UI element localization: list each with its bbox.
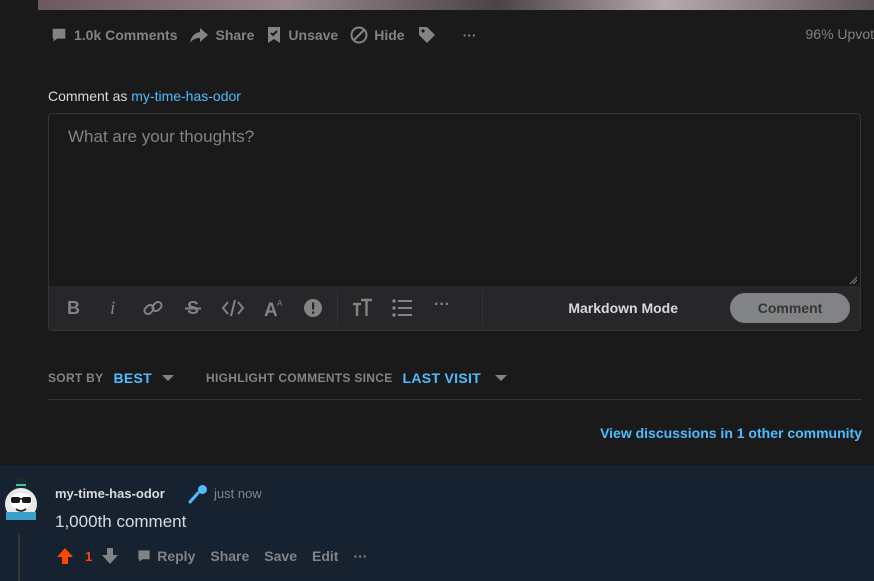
code-icon xyxy=(221,299,245,317)
spoiler-alert-icon xyxy=(304,299,322,317)
comment-action-bar: 1 Reply Share Save Edit ··· xyxy=(55,546,367,566)
strikethrough-icon: S xyxy=(185,298,201,318)
unsave-label: Unsave xyxy=(288,27,339,43)
svg-text:B: B xyxy=(67,298,80,318)
bold-icon: B xyxy=(67,298,80,318)
superscript-button[interactable]: AA xyxy=(253,292,293,324)
comment-textarea[interactable] xyxy=(49,114,860,286)
sort-divider xyxy=(48,399,862,400)
tag-icon xyxy=(418,27,435,43)
post-action-bar: 1.0k Comments Share Unsave Hide ··· 96% … xyxy=(44,22,874,48)
reply-label: Reply xyxy=(157,548,196,564)
comment-body: 1,000th comment xyxy=(55,512,187,531)
comment-as-line: Comment as my-time-has-odor xyxy=(48,88,241,104)
code-button[interactable] xyxy=(213,292,253,324)
reply-button[interactable]: Reply xyxy=(136,548,195,564)
share-arrow-icon xyxy=(190,28,209,43)
user-avatar[interactable] xyxy=(2,476,40,520)
italic-icon: i xyxy=(110,298,115,318)
italic-button[interactable]: i xyxy=(93,292,133,324)
editor-toolbar: B i S AA ··· Markdown Mode Comment xyxy=(49,286,860,330)
highlight-caret-down-icon[interactable] xyxy=(495,375,507,381)
comments-count-label: 1.0k Comments xyxy=(74,27,178,43)
text-size-icon xyxy=(353,298,372,316)
more-options-button[interactable]: ··· xyxy=(457,23,483,47)
bold-button[interactable]: B xyxy=(53,292,93,324)
strikethrough-button[interactable]: S xyxy=(173,292,213,324)
comment-more-button[interactable]: ··· xyxy=(353,548,367,564)
comment-author[interactable]: my-time-has-odor xyxy=(55,486,165,501)
toolbar-divider xyxy=(337,290,338,326)
upvote-ratio: 96% Upvot xyxy=(805,26,874,42)
comment-as-username-link[interactable]: my-time-has-odor xyxy=(131,88,241,104)
link-icon xyxy=(143,300,163,316)
markdown-mode-button[interactable]: Markdown Mode xyxy=(568,300,678,316)
spoiler-button[interactable] xyxy=(293,292,333,324)
toolbar-more-button[interactable]: ··· xyxy=(422,289,462,321)
comments-button[interactable]: 1.0k Comments xyxy=(44,22,183,48)
view-other-discussions-link[interactable]: View discussions in 1 other community xyxy=(600,425,862,441)
comment-sort-bar: SORT BY BEST HIGHLIGHT COMMENTS SINCE LA… xyxy=(48,370,507,386)
comment-save-button[interactable]: Save xyxy=(264,548,297,564)
microphone-icon xyxy=(188,485,207,504)
share-button[interactable]: Share xyxy=(183,22,260,48)
share-label: Share xyxy=(215,27,255,43)
comment-share-button[interactable]: Share xyxy=(210,548,249,564)
reply-bubble-icon xyxy=(138,550,150,562)
resize-grip-icon[interactable] xyxy=(849,276,857,284)
hide-button[interactable]: Hide xyxy=(344,22,410,48)
downvote-arrow-icon[interactable] xyxy=(100,546,120,566)
hide-label: Hide xyxy=(374,27,405,43)
comment-as-prefix: Comment as xyxy=(48,88,128,104)
hide-circle-slash-icon xyxy=(350,26,368,44)
comment-edit-button[interactable]: Edit xyxy=(312,548,338,564)
more-options-label: ··· xyxy=(462,27,477,43)
svg-text:A: A xyxy=(277,299,283,308)
upvote-arrow-icon[interactable] xyxy=(55,546,75,566)
sort-by-dropdown[interactable]: BEST xyxy=(113,370,152,386)
toolbar-divider-right xyxy=(482,290,483,326)
sort-caret-down-icon[interactable] xyxy=(162,375,174,381)
comment-editor: B i S AA ··· Markdown Mode C xyxy=(48,113,861,331)
comment-timestamp[interactable]: just now xyxy=(214,486,262,501)
comment-bubble-icon xyxy=(52,28,66,42)
superscript-icon: AA xyxy=(264,299,283,319)
bookmark-check-icon xyxy=(268,27,281,43)
svg-text:i: i xyxy=(110,298,115,318)
bulleted-list-icon xyxy=(392,299,412,317)
tag-button[interactable] xyxy=(411,21,443,49)
post-image-bottom-edge xyxy=(38,0,874,10)
sort-by-label: SORT BY xyxy=(48,371,104,385)
highlight-since-label: HIGHLIGHT COMMENTS SINCE xyxy=(206,371,393,385)
bulleted-list-button[interactable] xyxy=(382,292,422,324)
link-button[interactable] xyxy=(133,292,173,324)
comment-thread-line[interactable] xyxy=(18,533,20,581)
comment-score: 1 xyxy=(85,548,93,564)
heading-button[interactable] xyxy=(342,292,382,324)
unsave-button[interactable]: Unsave xyxy=(260,22,344,48)
svg-text:A: A xyxy=(264,300,278,319)
highlight-since-dropdown[interactable]: LAST VISIT xyxy=(403,370,481,386)
comment-submit-button[interactable]: Comment xyxy=(730,293,850,323)
toolbar-more-label: ··· xyxy=(434,296,450,313)
